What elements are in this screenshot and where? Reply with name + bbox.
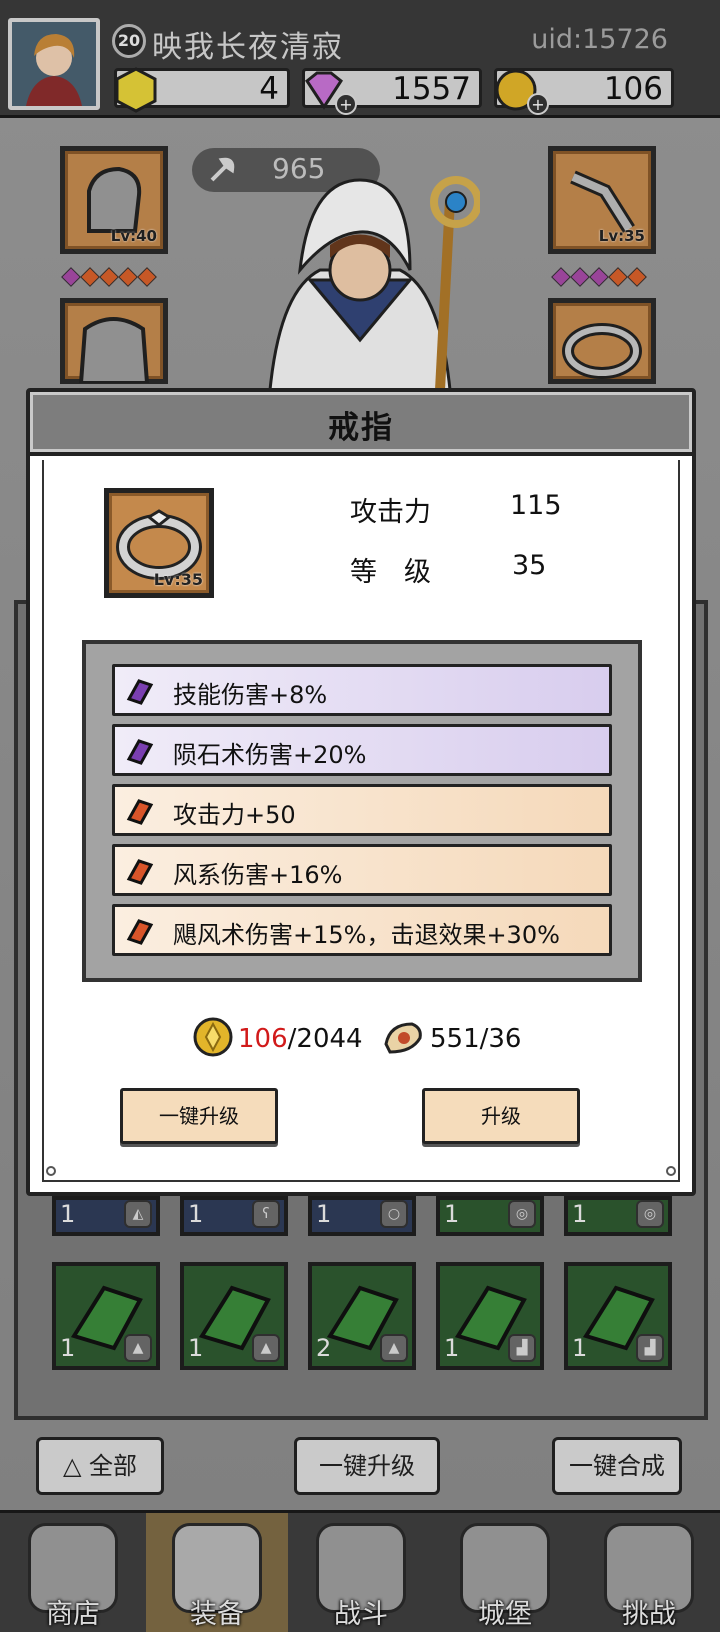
attribute-row: 陨石术伤害+20%	[112, 724, 612, 776]
attribute-row: 攻击力+50	[112, 784, 612, 836]
orange-gem-icon	[126, 859, 154, 885]
rivet	[666, 1166, 676, 1176]
coin-have: 106	[238, 1024, 288, 1054]
dialog-title: 戒指	[328, 410, 394, 446]
level-label: 等 级	[350, 557, 431, 588]
coin-need: /2044	[287, 1024, 363, 1054]
item-preview-slot: Lv:35	[104, 488, 214, 598]
scroll-cost-value: 551/36	[430, 1024, 522, 1054]
dialog-header: 戒指	[30, 392, 692, 456]
item-level: Lv:35	[153, 570, 203, 589]
purple-gem-icon	[126, 739, 154, 765]
upgrade-button[interactable]: 升级	[422, 1088, 580, 1144]
attack-label: 攻击力	[350, 497, 431, 528]
attributes-panel: 技能伤害+8% 陨石术伤害+20% 攻击力+50 风系伤害+16% 飓风术伤害+…	[82, 640, 642, 982]
rivet	[46, 1166, 56, 1176]
attribute-row: 飓风术伤害+15%，击退效果+30%	[112, 904, 612, 956]
purple-gem-icon	[126, 679, 154, 705]
attack-value: 115	[510, 490, 562, 521]
orange-gem-icon	[126, 919, 154, 945]
ring-detail-dialog: 戒指 Lv:35 攻击力 115 等 级 35 技能伤害+8% 陨石术伤害+20…	[26, 388, 696, 1196]
scroll-icon	[384, 1022, 422, 1054]
attribute-row: 风系伤害+16%	[112, 844, 612, 896]
level-value: 35	[512, 550, 547, 581]
orange-gem-icon	[126, 799, 154, 825]
attribute-row: 技能伤害+8%	[112, 664, 612, 716]
upgrade-all-button[interactable]: 一键升级	[120, 1088, 278, 1144]
coin-icon	[193, 1017, 233, 1057]
